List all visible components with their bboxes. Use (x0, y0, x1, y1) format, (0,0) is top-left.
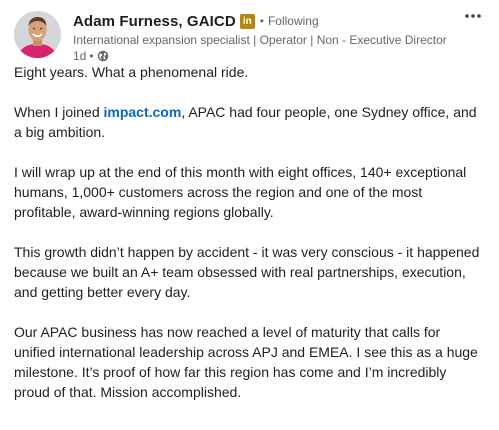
company-link[interactable]: impact.com (104, 104, 182, 120)
post-paragraph: When I joined impact.com, APAC had four … (14, 102, 483, 142)
post-time: 1d (73, 49, 87, 63)
linkedin-badge-icon: in (239, 13, 255, 29)
post-paragraph: This growth didn’t happen by accident - … (14, 244, 480, 300)
follow-status: Following (267, 14, 319, 28)
feed-post: Adam Furness, GAICD in • Following Inter… (0, 0, 499, 430)
post-text: When I joined (14, 104, 104, 120)
author-name[interactable]: Adam Furness, GAICD (73, 13, 236, 30)
post-paragraph: I will wrap up at the end of this month … (14, 164, 467, 220)
post-meta: 1d • (73, 49, 459, 63)
post-paragraph: Our APAC business has now reached a leve… (14, 324, 478, 400)
post-paragraph: Eight years. What a phenomenal ride. (14, 64, 249, 80)
author-headline: International expansion specialist | Ope… (73, 33, 447, 47)
profile-photo (14, 11, 61, 58)
post-header: Adam Furness, GAICD in • Following Inter… (73, 11, 459, 64)
avatar[interactable] (14, 11, 61, 58)
more-options-button[interactable] (461, 6, 485, 26)
author-row: Adam Furness, GAICD in • Following (73, 11, 459, 31)
more-horizontal-icon (465, 14, 481, 18)
post-body: Eight years. What a phenomenal ride. Whe… (14, 62, 483, 422)
globe-icon (97, 50, 109, 62)
separator-dot: • (259, 14, 264, 28)
separator-dot: • (89, 49, 94, 63)
